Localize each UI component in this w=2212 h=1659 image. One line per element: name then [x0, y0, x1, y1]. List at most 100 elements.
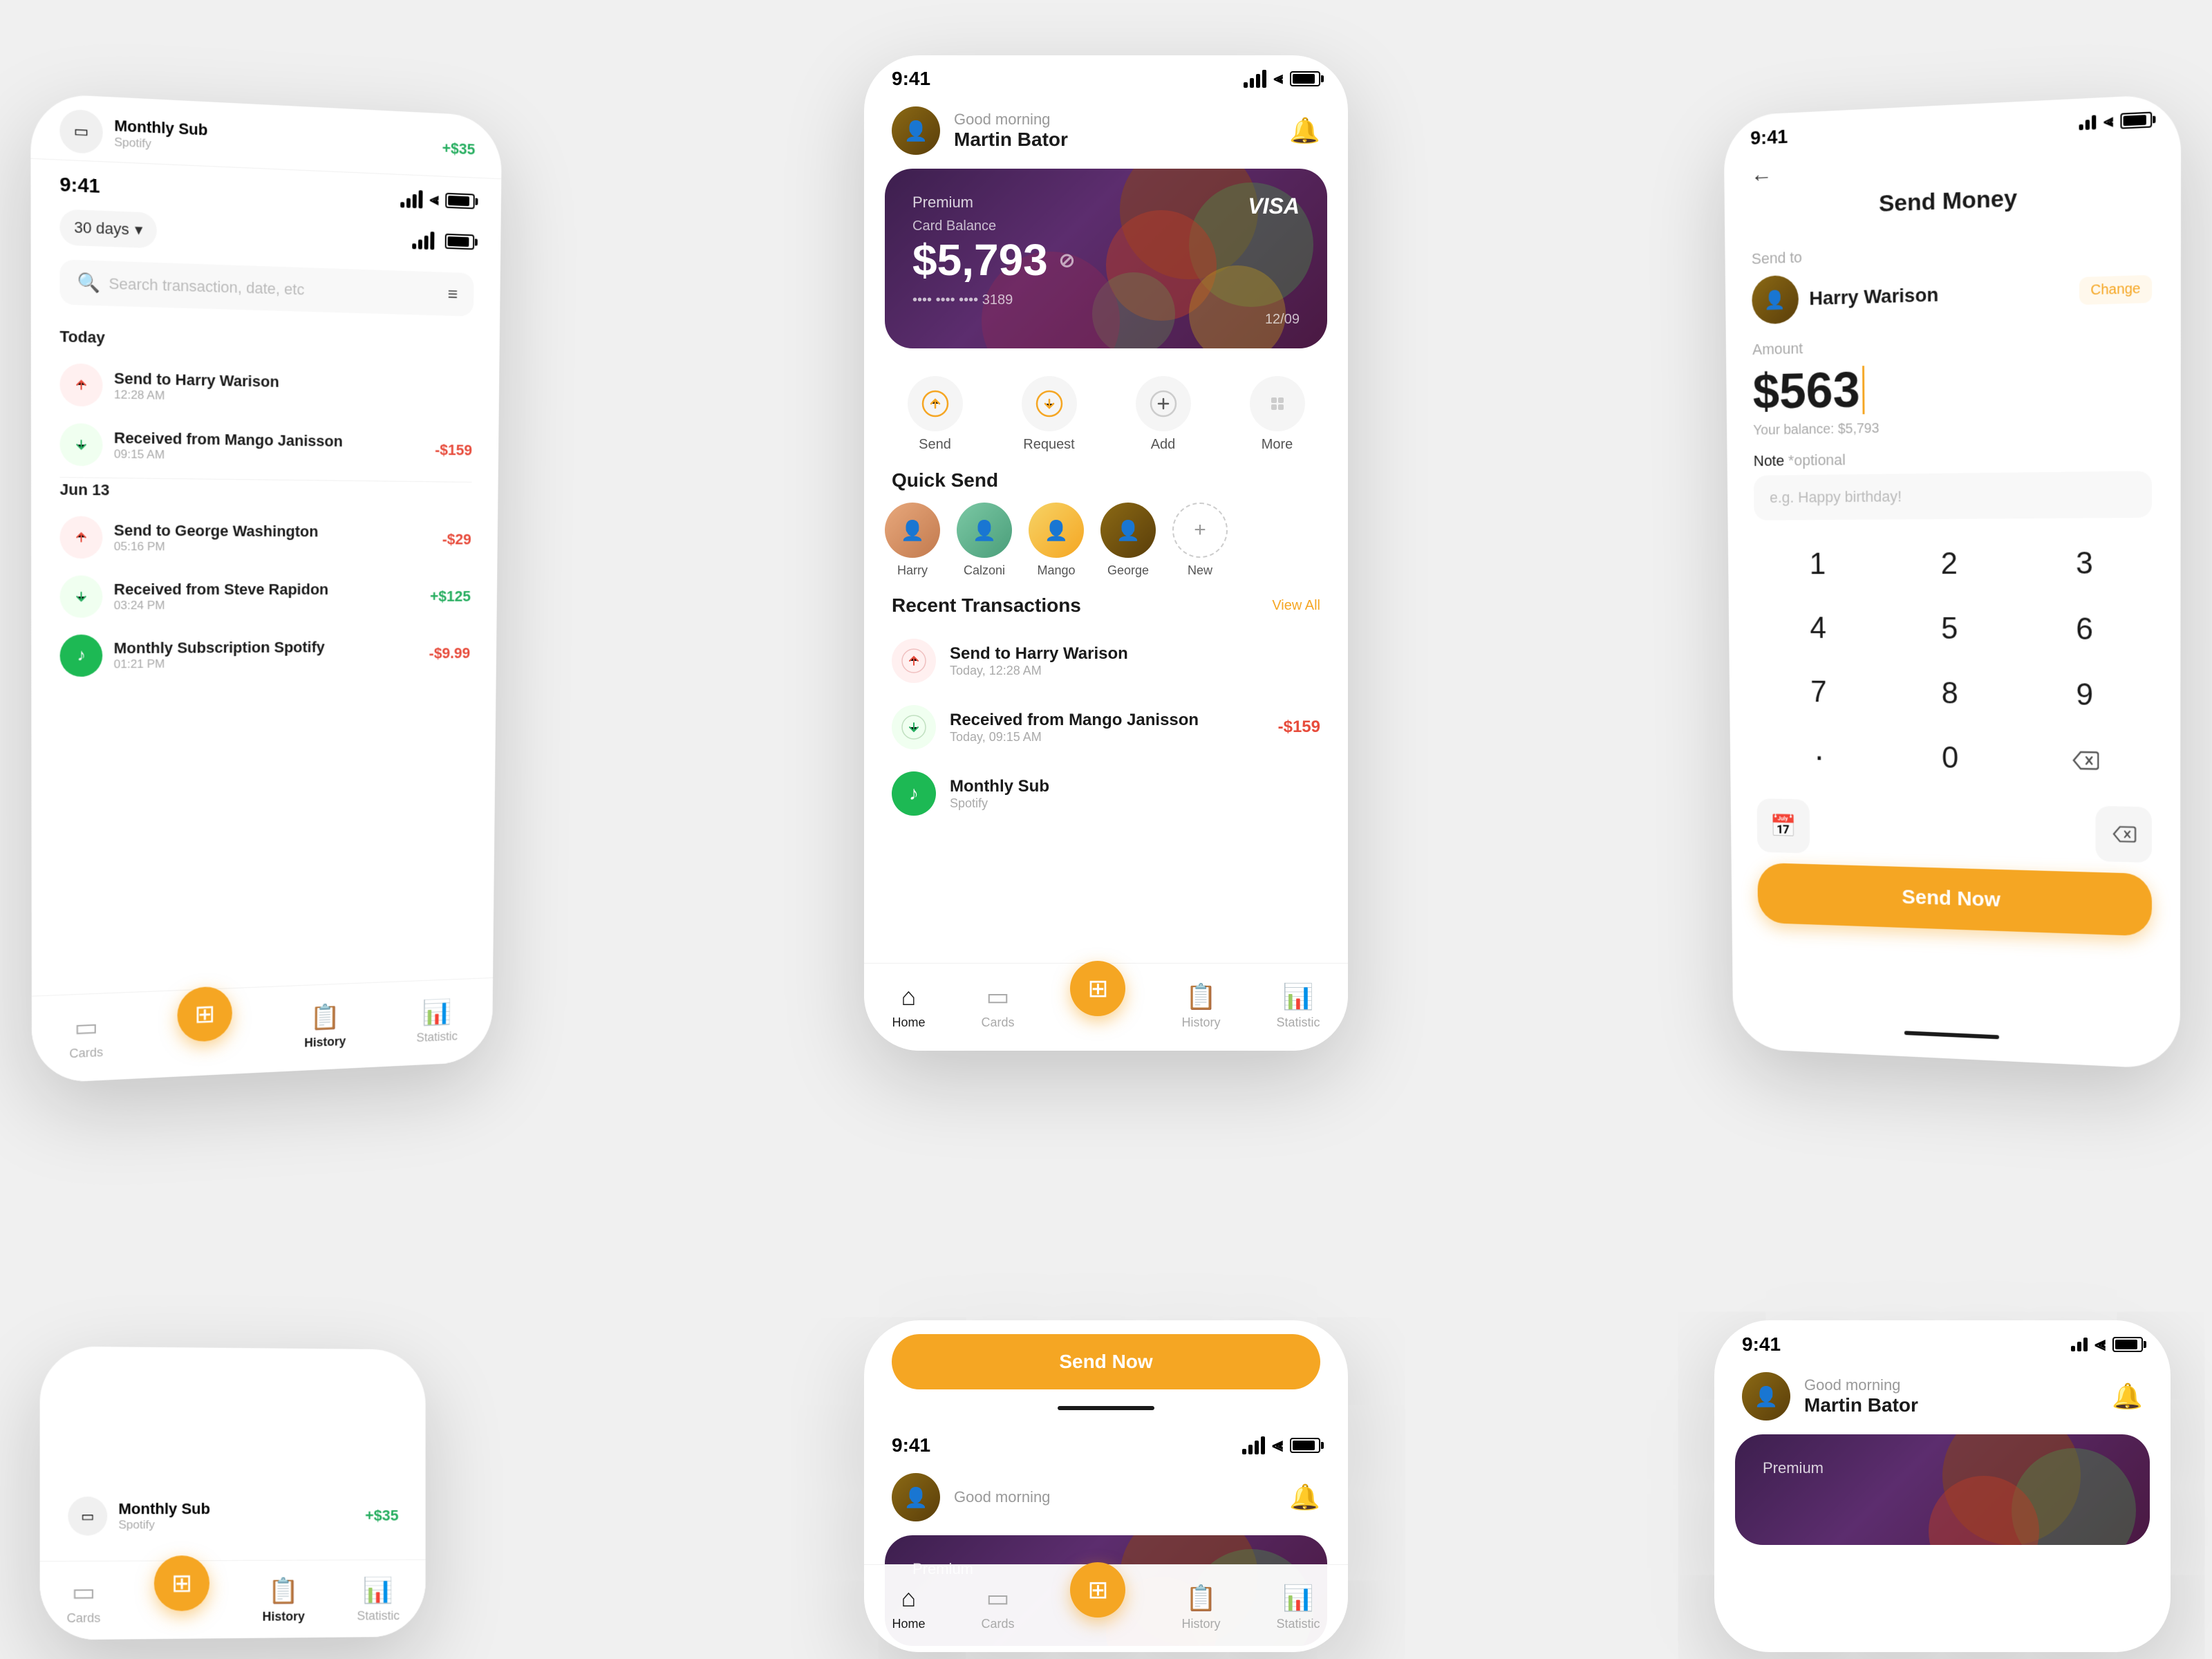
send-recipient-row: 👤 Harry Warison Change	[1725, 263, 2181, 326]
status-icons-left: ⫷	[401, 189, 475, 211]
jun13-label: Jun 13	[60, 480, 472, 503]
bl-monthly-sub: ▭ Monthly Sub Spotify +$35	[40, 1483, 426, 1561]
credit-card: Premium VISA Card Balance $5,793 ⊘ •••• …	[885, 169, 1327, 348]
card-balance-label: Card Balance	[912, 218, 1300, 234]
contact-mango[interactable]: 👤 Mango	[1029, 503, 1084, 578]
filter-icon[interactable]: ≡	[448, 283, 458, 305]
quick-send-row: 👤 Harry 👤 Calzoni 👤 Mango 👤 George + New	[864, 503, 1348, 594]
calendar-button[interactable]: 📅	[1756, 798, 1810, 854]
nav-history-left[interactable]: 📋 History	[304, 1002, 346, 1051]
balance-visibility-icon[interactable]: ⊘	[1059, 249, 1075, 272]
nav-history-bc[interactable]: 📋 History	[1181, 1584, 1220, 1631]
signal-icon-right	[2079, 115, 2097, 130]
recipient-name: Harry Warison	[1809, 280, 2068, 310]
more-button[interactable]: More	[1250, 376, 1305, 453]
spotify-amount: +$35	[442, 139, 475, 158]
send-now-top[interactable]: Send Now	[892, 1334, 1320, 1389]
notification-bell[interactable]: 🔔	[1289, 116, 1320, 145]
more-label: More	[1262, 437, 1293, 453]
key-delete[interactable]	[2018, 729, 2152, 794]
monthly-sub-row: ▭ Monthly Sub Spotify +$35	[59, 109, 475, 170]
key-3[interactable]: 3	[2018, 532, 2152, 595]
key-6[interactable]: 6	[2018, 598, 2152, 662]
days-filter[interactable]: 30 days ▾	[59, 209, 157, 248]
nav-cards-left[interactable]: ▭ Cards	[69, 1012, 103, 1061]
key-5[interactable]: 5	[1884, 598, 2015, 661]
phone-history: ▭ Monthly Sub Spotify +$35 9:41 ⫷ 30 day…	[30, 93, 502, 1083]
nav-statistic-left[interactable]: 📊 Statistic	[416, 997, 458, 1045]
contact-calzoni[interactable]: 👤 Calzoni	[957, 503, 1012, 578]
change-recipient-button[interactable]: Change	[2079, 274, 2152, 304]
key-7[interactable]: 7	[1756, 662, 1883, 724]
contact-george[interactable]: 👤 George	[1100, 503, 1156, 578]
wifi-icon-right: ⫷	[2103, 111, 2113, 132]
action-buttons-row: Send Request Add More	[864, 369, 1348, 469]
nav-home[interactable]: ⌂ Home	[892, 982, 925, 1030]
recipient-avatar: 👤	[1752, 275, 1799, 325]
tx-send-harry: Send to Harry Warison Today, 12:28 AM	[864, 628, 1348, 694]
jun13-group: Jun 13 Send to George Washington 05:16 P…	[31, 480, 498, 686]
nav-cards[interactable]: ▭ Cards	[981, 982, 1014, 1030]
note-input[interactable]: e.g. Happy birthday!	[1754, 471, 2152, 521]
key-2[interactable]: 2	[1884, 532, 2015, 595]
card-expiry: 12/09	[1265, 312, 1300, 328]
quick-send-title: Quick Send	[864, 469, 1348, 503]
key-8[interactable]: 8	[1885, 662, 2016, 726]
phone-send-money: 9:41 ⫷ ← Send Money Send to 👤 Harry Wari…	[1723, 93, 2181, 1069]
br-card: Premium	[1735, 1434, 2150, 1545]
contact-new[interactable]: + New	[1172, 503, 1228, 578]
send-label: Send	[919, 437, 951, 453]
request-button[interactable]: Request	[1022, 376, 1077, 453]
status-icons-right: ⫷	[2079, 109, 2152, 133]
view-all-button[interactable]: View All	[1272, 598, 1320, 614]
contact-harry[interactable]: 👤 Harry	[885, 503, 940, 578]
greeting-name: Martin Bator	[954, 129, 1289, 151]
bell-br[interactable]: 🔔	[2112, 1382, 2143, 1411]
nav-history[interactable]: 📋 History	[1181, 982, 1220, 1030]
delete-key-alt[interactable]	[2095, 806, 2152, 863]
send-now-button[interactable]: Send Now	[1757, 863, 2152, 937]
status-bar-bc: 9:41 ⫷	[864, 1421, 1348, 1462]
send-header: ← Send Money	[1724, 135, 2181, 251]
send-button[interactable]: Send	[908, 376, 963, 453]
nav-statistic[interactable]: 📊 Statistic	[1276, 982, 1320, 1030]
nav-fab-left[interactable]: ⊞	[178, 986, 233, 1042]
back-button[interactable]: ←	[1751, 161, 1772, 187]
nav-fab-bl[interactable]: ⊞	[154, 1555, 209, 1611]
hist-send-harry: Send to Harry Warison 12:28 AM	[59, 355, 473, 422]
key-9[interactable]: 9	[2018, 663, 2152, 727]
nav-history-bl[interactable]: 📋 History	[263, 1576, 305, 1624]
numpad: 1 2 3 4 5 6 7 8 9 · 0	[1728, 532, 2181, 807]
visa-logo: VISA	[1248, 194, 1300, 219]
key-1[interactable]: 1	[1754, 533, 1882, 594]
wifi-icon-left: ⫷	[429, 190, 438, 210]
key-0[interactable]: 0	[1886, 727, 2016, 790]
bl-bottom-nav: ▭ Cards ⊞ 📋 History 📊 Statistic	[40, 1559, 426, 1640]
key-4[interactable]: 4	[1755, 598, 1882, 659]
nav-cards-bc[interactable]: ▭ Cards	[981, 1584, 1014, 1631]
greeting-sub: Good morning	[954, 111, 1289, 129]
time-br: 9:41	[1742, 1333, 1781, 1356]
status-bar-br: 9:41 ⫷	[1714, 1320, 2171, 1361]
nav-home-bc[interactable]: ⌂ Home	[892, 1584, 925, 1631]
key-dot[interactable]: ·	[1756, 724, 1883, 787]
phone-bottom-left: ▭ Monthly Sub Spotify +$35 ▭ Cards ⊞ 📋 H…	[40, 1346, 426, 1640]
request-label: Request	[1023, 437, 1075, 453]
amount-value: $563	[1752, 362, 1859, 420]
home-indicator	[1904, 1031, 1999, 1039]
tx-header: Recent Transactions View All	[864, 594, 1348, 628]
nav-statistic-bl[interactable]: 📊 Statistic	[357, 1576, 400, 1624]
bell-bc[interactable]: 🔔	[1289, 1483, 1320, 1512]
add-button[interactable]: Add	[1136, 376, 1191, 453]
search-placeholder: Search transaction, date, etc	[109, 274, 304, 299]
nav-fab-center[interactable]: ⊞	[1070, 961, 1125, 1016]
time-left: 9:41	[59, 173, 100, 198]
status-icons-center: ⫷	[1244, 69, 1320, 88]
hist-recv-steve: Received from Steve Rapidon 03:24 PM +$1…	[60, 567, 471, 626]
bottom-nav-center: ⌂ Home ▭ Cards ⊞ 📋 History 📊 Statistic	[864, 963, 1348, 1051]
nav-cards-bl[interactable]: ▭ Cards	[67, 1577, 101, 1626]
tx-spotify-partial: ♪ Monthly Sub Spotify	[864, 760, 1348, 827]
nav-statistic-bc[interactable]: 📊 Statistic	[1276, 1584, 1320, 1631]
phone-bottom-center: Send Now 9:41 ⫷ 👤 Good morning 🔔 Premium…	[864, 1320, 1348, 1652]
search-bar[interactable]: 🔍 Search transaction, date, etc ≡	[59, 259, 474, 317]
